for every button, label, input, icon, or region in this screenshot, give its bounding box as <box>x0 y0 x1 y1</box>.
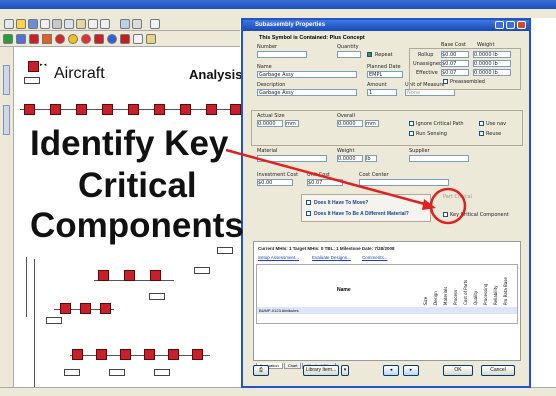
highlight-circle <box>429 187 467 225</box>
arrow-line <box>225 148 433 208</box>
annotation-overlay <box>225 148 467 225</box>
arrow-head-icon <box>422 199 436 210</box>
